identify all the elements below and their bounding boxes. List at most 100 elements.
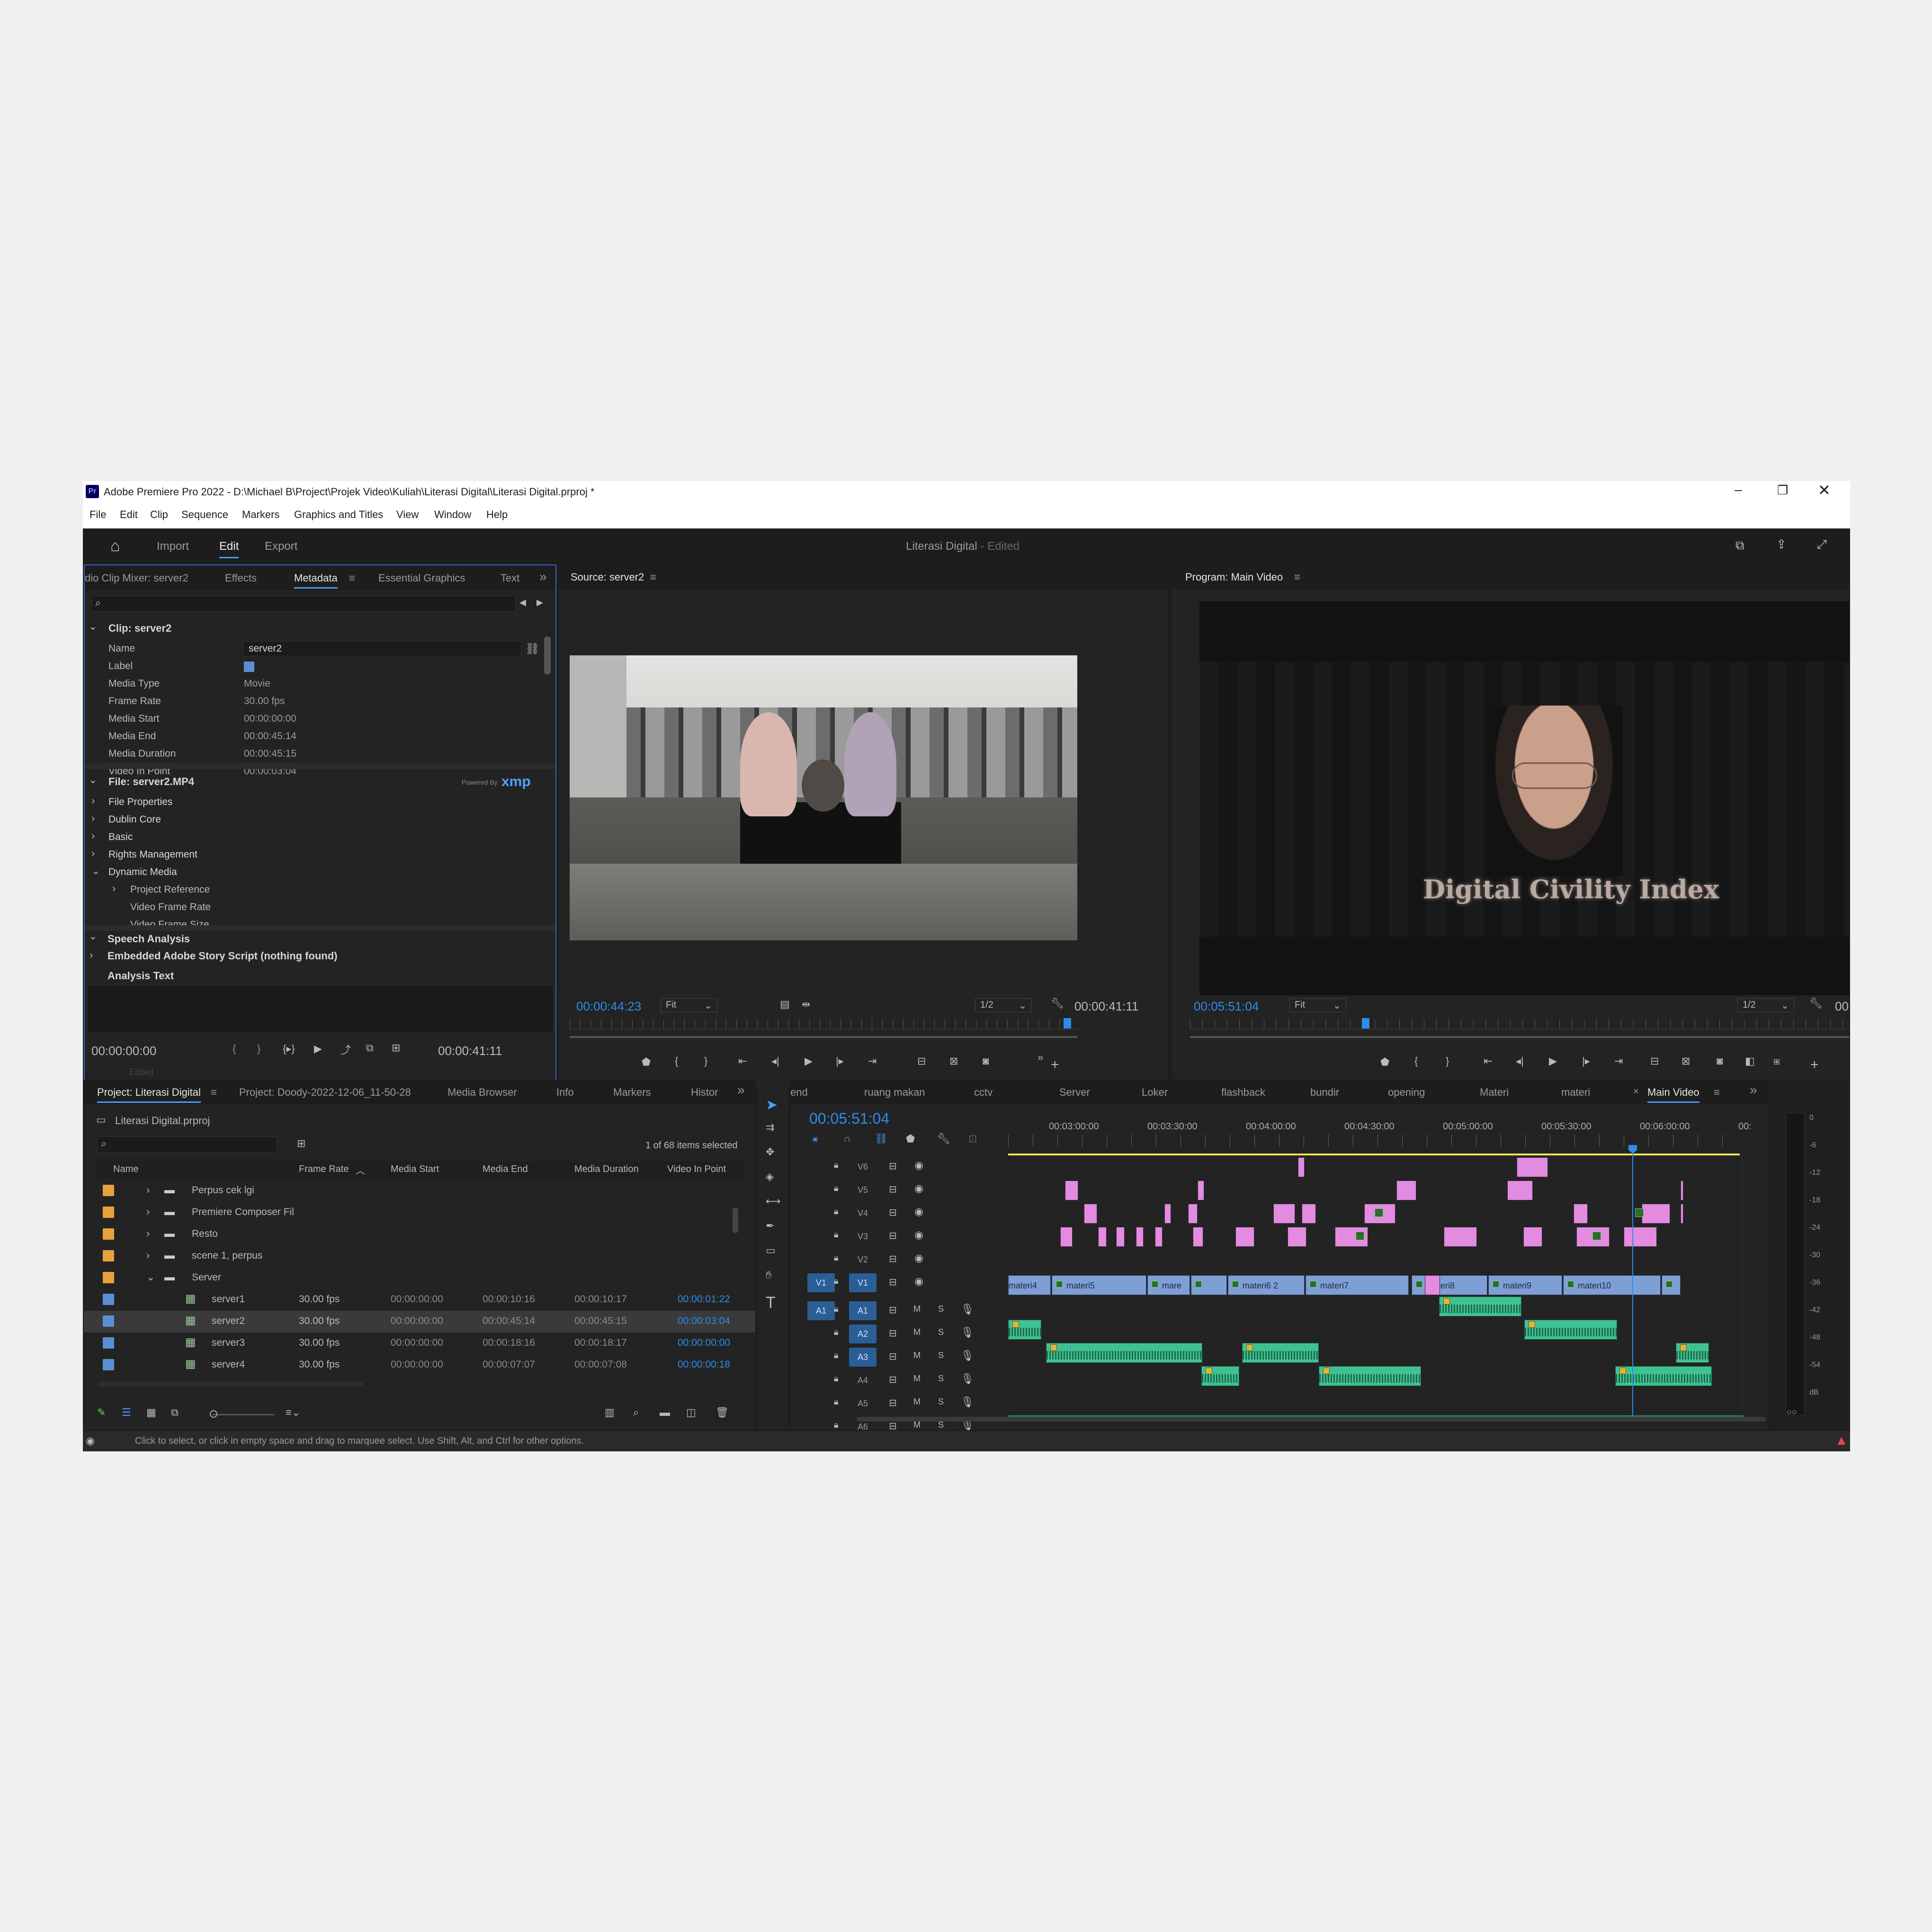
video-clip[interactable] (1136, 1227, 1144, 1247)
sequence-tab[interactable]: cctv (974, 1086, 993, 1099)
timeline-playhead-head[interactable] (1628, 1145, 1637, 1154)
pencil-icon[interactable]: ✎ (97, 1406, 106, 1419)
video-clip[interactable] (1273, 1204, 1295, 1224)
source-time-ruler[interactable] (570, 1019, 1077, 1029)
tab-markers[interactable]: Markers (613, 1086, 651, 1099)
sequence-tab[interactable]: materi (1561, 1086, 1590, 1099)
go-to-in-icon[interactable]: {▸} (283, 1043, 295, 1055)
insert-sequence-icon[interactable]: ⚹ (812, 1133, 818, 1145)
chevron-down-icon[interactable]: ⌄ (91, 865, 100, 877)
menu-sequence[interactable]: Sequence (181, 509, 228, 521)
video-track-header[interactable]: V1 🔒︎ V1 ⊟ ◉ (790, 1271, 999, 1294)
add-marker-icon[interactable]: ⬟ (906, 1133, 915, 1145)
track-target[interactable]: V3 (849, 1227, 877, 1246)
dynamic-media-item[interactable]: Project Reference (130, 884, 210, 895)
hand-tool-icon[interactable]: ✋︎ (766, 1269, 772, 1281)
label-swatch[interactable] (244, 662, 254, 672)
v1-clip[interactable]: materi10 (1563, 1275, 1661, 1295)
audio-clip[interactable] (1439, 1297, 1521, 1316)
tab-import[interactable]: Import (157, 540, 189, 553)
lock-icon[interactable]: 🔒︎ (834, 1276, 839, 1286)
col-media-duration[interactable]: Media Duration (574, 1164, 639, 1175)
list-item[interactable]: › ▬ Premiere Composer Fil (84, 1202, 755, 1224)
freeform-view-icon[interactable]: ⧉ (171, 1406, 179, 1419)
play-icon[interactable]: ▶ (805, 1055, 813, 1067)
video-clip[interactable] (1574, 1204, 1588, 1224)
overwrite-icon[interactable]: ⧉ (366, 1042, 374, 1054)
list-item[interactable]: › ▬ Perpus cek lgi (84, 1180, 755, 1202)
mute-button[interactable]: M (913, 1397, 921, 1407)
mute-button[interactable]: M (913, 1304, 921, 1314)
track-target[interactable]: V5 (849, 1181, 877, 1199)
menu-graphics[interactable]: Graphics and Titles (294, 509, 383, 521)
sequence-tab[interactable]: Main Video (1647, 1086, 1699, 1103)
add-marker-icon[interactable]: ⬟ (642, 1056, 651, 1068)
audio-clip[interactable] (1201, 1366, 1239, 1386)
menu-file[interactable]: File (89, 509, 106, 521)
program-resolution-select[interactable]: 1/2 ⌄ (1737, 998, 1794, 1012)
v1-clip[interactable]: materi6 2 (1228, 1275, 1305, 1295)
trash-icon[interactable]: 🗑︎ (716, 1406, 729, 1419)
lift-icon[interactable]: ⊟ (1650, 1055, 1659, 1067)
menu-edit[interactable]: Edit (120, 509, 138, 521)
chevron-down-icon[interactable]: ⌄ (89, 774, 97, 786)
table-row[interactable]: ▦ server4 30.00 fps 00:00:00:00 00:00:07:07 0… (84, 1354, 755, 1376)
video-track-header[interactable]: 🔒︎ V4 ⊟ ◉ (790, 1202, 999, 1225)
solo-buttons[interactable]: ○○ (1787, 1407, 1797, 1417)
label-swatch[interactable] (103, 1207, 114, 1218)
video-clip[interactable] (1444, 1227, 1477, 1247)
chevron-right-icon[interactable]: › (91, 795, 95, 807)
track-target[interactable]: V6 (849, 1157, 877, 1176)
close-tab-icon[interactable]: × (1633, 1086, 1639, 1097)
eye-icon[interactable]: ◉ (914, 1252, 923, 1264)
v1-clip[interactable]: materi5 (1052, 1275, 1146, 1295)
sync-lock-icon[interactable]: ⊟ (889, 1420, 897, 1430)
menu-clip[interactable]: Clip (150, 509, 168, 521)
lock-icon[interactable]: 🔒︎ (834, 1253, 839, 1263)
vr-icon[interactable]: ⧆ (1773, 1055, 1780, 1067)
mute-button[interactable]: M (913, 1327, 921, 1337)
mark-out-icon[interactable]: } (1446, 1055, 1449, 1067)
lock-icon[interactable]: 🔒︎ (834, 1351, 839, 1360)
unlink-icon[interactable]: ⛓︎ (525, 642, 539, 656)
eye-icon[interactable]: ◉ (914, 1206, 923, 1218)
audio-clip[interactable] (1242, 1343, 1319, 1363)
video-clip[interactable] (1060, 1227, 1073, 1247)
lock-icon[interactable]: 🔒︎ (834, 1420, 839, 1430)
microphone-icon[interactable]: 🎙︎ (961, 1396, 974, 1408)
source-patch-v1[interactable]: V1 (807, 1273, 835, 1292)
drag-video-icon[interactable]: ⇹ (802, 998, 810, 1011)
more-tabs-icon[interactable]: » (539, 569, 547, 584)
find-icon[interactable]: ⌕ (633, 1406, 639, 1419)
microphone-icon[interactable]: 🎙︎ (961, 1373, 974, 1385)
video-clip[interactable] (1302, 1204, 1316, 1224)
menu-help[interactable]: Help (486, 509, 508, 521)
mute-button[interactable]: M (913, 1351, 921, 1360)
zoom-slider[interactable] (213, 1414, 274, 1415)
v1-clip[interactable]: materi7 (1306, 1275, 1409, 1295)
tab-audio-clip-mixer[interactable]: dio Clip Mixer: server2 (85, 572, 188, 584)
tab-metadata[interactable]: Metadata (294, 572, 338, 589)
source-playhead[interactable] (1063, 1018, 1071, 1029)
list-item[interactable]: › ▬ Resto (84, 1224, 755, 1245)
overwrite-icon[interactable]: ⊠ (949, 1055, 958, 1067)
export-frame-icon[interactable]: ⊞ (392, 1042, 400, 1054)
panel-menu-icon[interactable]: ≡ (211, 1086, 217, 1099)
wrench-icon[interactable]: 🔧︎ (1051, 997, 1064, 1010)
more-buttons-icon[interactable]: » (1038, 1051, 1043, 1064)
tab-export[interactable]: Export (265, 540, 297, 553)
prev-icon[interactable]: ◀ (519, 598, 526, 608)
timeline-settings-icon[interactable]: 🔧︎ (937, 1133, 950, 1145)
video-clip[interactable] (1523, 1227, 1542, 1247)
source-fit-select[interactable]: Fit ⌄ (661, 998, 717, 1012)
icon-view-icon[interactable]: ▦ (146, 1406, 156, 1419)
table-row[interactable]: ▦ server2 30.00 fps 00:00:00:00 00:00:45:14 0… (84, 1311, 755, 1333)
track-target[interactable]: A1 (849, 1301, 877, 1320)
audio-clip[interactable] (1676, 1343, 1709, 1363)
sequence-tab[interactable]: ruang makan (864, 1086, 925, 1099)
sequence-tab[interactable]: flashback (1221, 1086, 1265, 1099)
source-zoom-bar[interactable] (570, 1036, 1077, 1038)
label-swatch[interactable] (103, 1337, 114, 1349)
sync-lock-icon[interactable]: ⊟ (889, 1397, 897, 1409)
video-track-header[interactable]: 🔒︎ V5 ⊟ ◉ (790, 1179, 999, 1201)
